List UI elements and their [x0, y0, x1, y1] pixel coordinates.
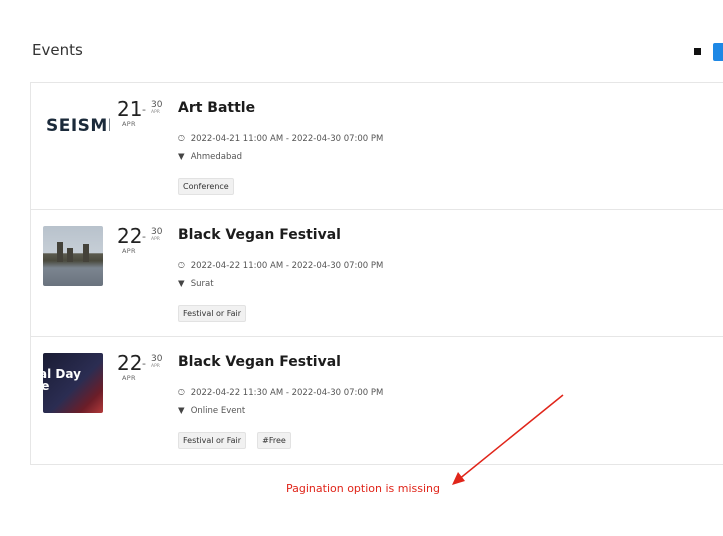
- clock-icon: 🕒︎: [178, 134, 185, 144]
- event-location: ▼ Ahmedabad: [178, 152, 242, 162]
- date-end: 30: [151, 100, 163, 110]
- map-pin-icon: ▼: [178, 152, 185, 162]
- event-tag[interactable]: Festival or Fair: [178, 305, 247, 322]
- date-month: APR: [122, 247, 136, 255]
- arrow-head: [452, 472, 465, 485]
- clock-icon: 🕒︎: [178, 261, 185, 271]
- date-end-month: APR: [151, 110, 160, 115]
- event-tag[interactable]: Conference: [178, 178, 234, 195]
- thumbnail-caption: rial Day ale: [43, 367, 81, 393]
- event-location-text: Surat: [190, 279, 214, 289]
- event-location-text: Ahmedabad: [190, 152, 243, 162]
- image-detail: [67, 248, 73, 262]
- event-title[interactable]: Black Vegan Festival: [178, 354, 341, 370]
- image-detail: [83, 244, 89, 262]
- event-item[interactable]: rial Day ale 22 - 30 APR APR Black Vegan…: [31, 337, 723, 463]
- event-time: 🕒︎ 2022-04-21 11:00 AM - 2022-04-30 07:0…: [178, 134, 383, 144]
- event-tag[interactable]: #Free: [257, 432, 291, 449]
- date-separator: -: [142, 103, 146, 116]
- event-time-text: 2022-04-22 11:00 AM - 2022-04-30 07:00 P…: [190, 261, 384, 271]
- date-end-month: APR: [151, 237, 160, 242]
- date-separator: -: [142, 230, 146, 243]
- map-pin-icon: ▼: [178, 406, 185, 416]
- annotation-label: Pagination option is missing: [286, 482, 441, 495]
- event-item[interactable]: 22 - 30 APR APR Black Vegan Festival 🕒︎ …: [31, 210, 723, 337]
- event-tag[interactable]: Festival or Fair: [178, 432, 247, 449]
- date-end-month: APR: [151, 364, 160, 369]
- event-list: SEISMI 21 - 30 APR APR Art Battle 🕒︎ 202…: [30, 82, 723, 465]
- event-title[interactable]: Black Vegan Festival: [178, 227, 341, 243]
- date-start: 21: [117, 97, 143, 121]
- event-time: 🕒︎ 2022-04-22 11:00 AM - 2022-04-30 07:0…: [178, 261, 383, 271]
- list-view-icon[interactable]: [694, 48, 701, 55]
- date-month: APR: [122, 120, 136, 128]
- event-time-text: 2022-04-21 11:00 AM - 2022-04-30 07:00 P…: [190, 134, 384, 144]
- event-item[interactable]: SEISMI 21 - 30 APR APR Art Battle 🕒︎ 202…: [31, 83, 723, 210]
- page-title: Events: [32, 41, 83, 59]
- event-thumbnail-logo[interactable]: SEISMI: [46, 116, 110, 140]
- event-time-text: 2022-04-22 11:30 AM - 2022-04-30 07:00 P…: [190, 388, 384, 398]
- event-location-text: Online Event: [190, 406, 246, 416]
- map-pin-icon: ▼: [178, 279, 185, 289]
- event-tags: Conference: [178, 174, 240, 195]
- event-location: ▼ Online Event: [178, 406, 245, 416]
- event-tags: Festival or Fair: [178, 301, 252, 322]
- image-detail: [57, 242, 63, 262]
- event-tags: Festival or Fair #Free: [178, 428, 297, 449]
- event-title[interactable]: Art Battle: [178, 100, 255, 116]
- date-start: 22: [117, 224, 143, 248]
- grid-view-icon[interactable]: [713, 43, 723, 61]
- event-thumbnail-image[interactable]: rial Day ale: [43, 353, 103, 413]
- date-separator: -: [142, 357, 146, 370]
- date-month: APR: [122, 374, 136, 382]
- event-location: ▼ Surat: [178, 279, 214, 289]
- event-thumbnail-image[interactable]: [43, 226, 103, 286]
- date-start: 22: [117, 351, 143, 375]
- clock-icon: 🕒︎: [178, 388, 185, 398]
- event-time: 🕒︎ 2022-04-22 11:30 AM - 2022-04-30 07:0…: [178, 388, 383, 398]
- date-end: 30: [151, 227, 163, 237]
- date-end: 30: [151, 354, 163, 364]
